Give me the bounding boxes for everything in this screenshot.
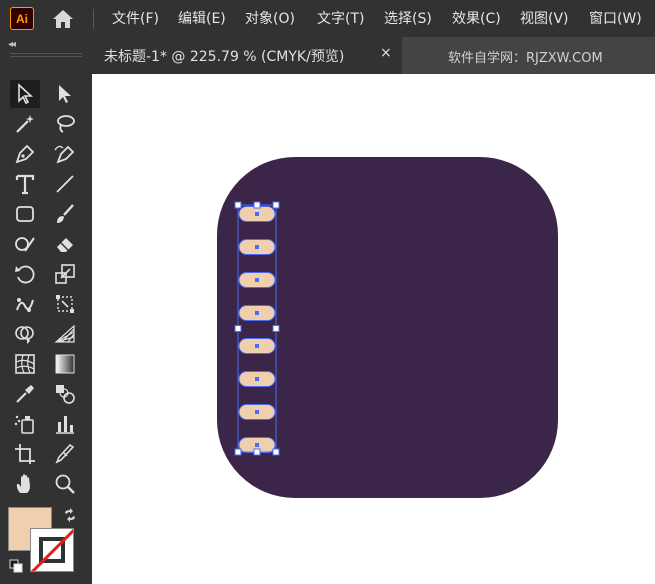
curvature-tool-icon[interactable] [50, 140, 80, 168]
resize-handle[interactable] [253, 201, 261, 209]
none-slash-icon [31, 529, 73, 571]
menu-divider [93, 9, 94, 29]
panel-grip[interactable] [10, 53, 82, 57]
app-logo: Ai [10, 7, 34, 30]
resize-handle[interactable] [234, 325, 242, 332]
lasso-tool-icon[interactable] [50, 110, 80, 138]
center-point-marker [255, 311, 259, 315]
menu-effect[interactable]: 效果(C) [452, 9, 501, 29]
pen-tool-icon[interactable] [10, 140, 40, 168]
collapse-panel-icon[interactable]: ◂◂ [8, 39, 16, 50]
menu-window[interactable]: 窗口(W) [589, 9, 642, 29]
document-tab[interactable]: 未标题-1* @ 225.79 % (CMYK/预览) × [92, 37, 402, 74]
direct-selection-tool-icon[interactable] [50, 80, 80, 108]
resize-handle[interactable] [234, 448, 242, 456]
puppet-warp-tool-icon[interactable] [10, 290, 40, 318]
menu-edit[interactable]: 编辑(E) [178, 9, 226, 29]
perspective-grid-tool-icon[interactable] [50, 320, 80, 348]
column-graph-tool-icon[interactable] [50, 410, 80, 438]
scale-tool-icon[interactable] [50, 260, 80, 288]
center-point-marker [255, 344, 259, 348]
artboard-canvas[interactable] [92, 74, 655, 584]
rectangle-tool-icon[interactable] [10, 200, 40, 228]
swap-fill-stroke-icon[interactable] [62, 507, 78, 523]
center-point-marker [255, 245, 259, 249]
selection-tool-icon[interactable] [10, 80, 40, 108]
menu-select[interactable]: 选择(S) [384, 9, 432, 29]
type-tool-icon[interactable] [10, 170, 40, 198]
resize-handle[interactable] [272, 448, 280, 456]
shape-builder-tool-icon[interactable] [10, 320, 40, 348]
mesh-tool-icon[interactable] [10, 350, 40, 378]
zoom-tool-icon[interactable] [50, 470, 80, 498]
artwork [217, 157, 558, 498]
home-icon[interactable] [50, 7, 76, 31]
gradient-tool-icon[interactable] [50, 350, 80, 378]
resize-handle[interactable] [272, 325, 280, 332]
shaper-tool-icon[interactable] [10, 230, 40, 258]
blend-tool-icon[interactable] [50, 380, 80, 408]
center-point-marker [255, 410, 259, 414]
eraser-tool-icon[interactable] [50, 230, 80, 258]
symbol-sprayer-tool-icon[interactable] [10, 410, 40, 438]
artboard-tool-icon[interactable] [10, 440, 40, 468]
resize-handle[interactable] [234, 201, 242, 209]
document-tab-title: 未标题-1* @ 225.79 % (CMYK/预览) [104, 49, 345, 65]
eyedropper-tool-icon[interactable] [10, 380, 40, 408]
resize-handle[interactable] [253, 448, 261, 456]
document-tab-bar: 未标题-1* @ 225.79 % (CMYK/预览) × 软件自学网：RJZX… [92, 37, 655, 74]
menu-object[interactable]: 对象(O) [245, 9, 295, 29]
watermark-text: 软件自学网：RJZXW.COM [448, 51, 603, 66]
tools-panel: ◂◂ [0, 37, 92, 584]
slice-tool-icon[interactable] [50, 440, 80, 468]
menu-view[interactable]: 视图(V) [520, 9, 569, 29]
resize-handle[interactable] [272, 201, 280, 209]
center-point-marker [255, 377, 259, 381]
rotate-tool-icon[interactable] [10, 260, 40, 288]
stroke-color-swatch[interactable] [30, 528, 74, 572]
hand-tool-icon[interactable] [10, 470, 40, 498]
free-transform-tool-icon[interactable] [50, 290, 80, 318]
menu-type[interactable]: 文字(T) [317, 9, 364, 29]
center-point-marker [255, 443, 259, 447]
center-point-marker [255, 278, 259, 282]
magic-wand-tool-icon[interactable] [10, 110, 40, 138]
menu-file[interactable]: 文件(F) [112, 9, 159, 29]
paintbrush-tool-icon[interactable] [50, 200, 80, 228]
default-fill-stroke-icon[interactable] [9, 559, 23, 573]
menu-bar: Ai 文件(F) 编辑(E) 对象(O) 文字(T) 选择(S) 效果(C) 视… [0, 0, 655, 37]
close-icon[interactable]: × [380, 45, 392, 61]
line-segment-tool-icon[interactable] [50, 170, 80, 198]
center-point-marker [255, 212, 259, 216]
